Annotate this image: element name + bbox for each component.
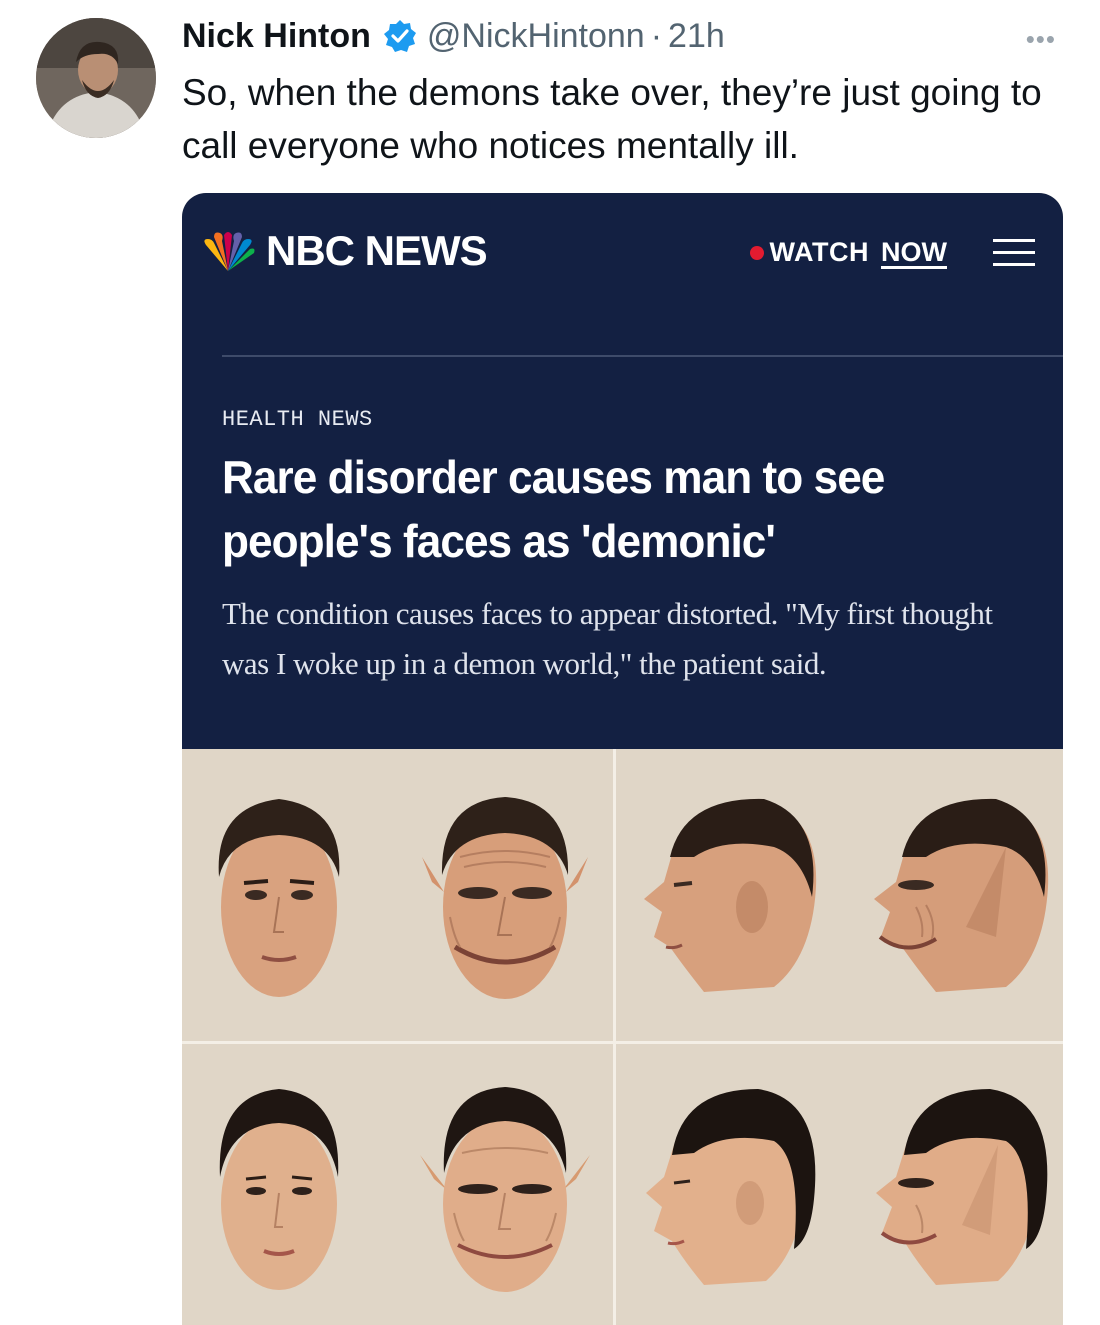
header-separator: · [650, 16, 663, 55]
article-headline[interactable]: Rare disorder causes man to see people's… [222, 445, 1000, 573]
woman-profile-normal-face [646, 1089, 816, 1285]
article-dek: The condition causes faces to appear dis… [222, 596, 993, 681]
avatar-photo [36, 18, 156, 138]
woman-front-normal-face [219, 1089, 339, 1290]
header-divider [222, 355, 1063, 357]
now-label[interactable]: NOW [881, 237, 947, 268]
author-name[interactable]: Nick Hinton [182, 17, 371, 56]
woman-front-demonic-face [420, 1087, 590, 1292]
tweet-timestamp[interactable]: 21h [668, 17, 725, 56]
woman-profile-demonic-face [876, 1089, 1048, 1285]
grid-divider-vertical [613, 749, 616, 1325]
face-comparison-image [182, 749, 1063, 1325]
man-profile-normal-face [644, 798, 817, 992]
nbc-peacock-logo-icon [204, 232, 255, 271]
tweet-header: Nick Hinton @NickHintonn · 21h [182, 12, 1080, 60]
more-options-icon[interactable]: ••• [1026, 24, 1056, 55]
author-avatar[interactable] [36, 18, 156, 138]
nbc-article-header: NBC NEWS WATCH NOW HEALTH NEWS Rare diso… [182, 193, 1063, 749]
watch-now-link[interactable]: WATCH NOW [749, 237, 947, 268]
menu-hamburger-icon[interactable] [993, 237, 1035, 269]
tweet-media-card[interactable]: NBC NEWS WATCH NOW HEALTH NEWS Rare diso… [182, 193, 1063, 1325]
author-handle[interactable]: @NickHintonn [427, 17, 645, 56]
live-dot-icon [749, 245, 764, 260]
nbc-news-wordmark: NBC NEWS [266, 227, 488, 274]
watch-label: WATCH [769, 237, 870, 267]
man-front-demonic-face [422, 797, 588, 999]
section-label[interactable]: HEALTH NEWS [222, 407, 373, 432]
tweet-text: So, when the demons take over, they’re j… [182, 72, 1042, 166]
man-front-normal-face [218, 799, 340, 997]
man-profile-demonic-face [874, 798, 1049, 992]
verified-badge-icon [383, 20, 416, 52]
grid-divider-horizontal [182, 1041, 1063, 1044]
